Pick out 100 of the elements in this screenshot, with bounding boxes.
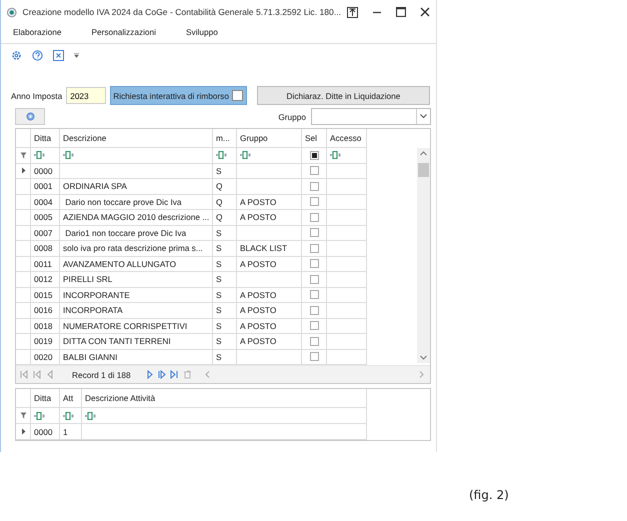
table-cell: 0015 [31, 288, 60, 303]
table-cell: Q [213, 210, 237, 226]
text-filter-icon[interactable] [240, 151, 251, 160]
scroll-up-icon[interactable] [420, 151, 427, 156]
checkbox[interactable] [310, 306, 318, 315]
scroll-left-icon[interactable] [204, 371, 210, 378]
table-cell: AZIENDA MAGGIO 2010 descrizione ... [60, 210, 213, 226]
table-cell: 0008 [31, 241, 60, 256]
settings-button[interactable] [15, 108, 45, 125]
column-header[interactable]: Descrizione [60, 129, 213, 148]
table-cell: PIRELLI SRL [60, 272, 213, 288]
checkbox[interactable] [310, 336, 318, 346]
text-filter-icon[interactable] [63, 412, 74, 420]
chevron-down-icon [420, 114, 427, 119]
table-cell: INCORPORATA [60, 303, 213, 318]
checkbox[interactable] [310, 321, 318, 330]
current-row-icon [20, 167, 26, 174]
record-counter: Record 1 di 188 [72, 370, 131, 380]
checkbox[interactable] [310, 259, 318, 268]
filter-icon [20, 412, 26, 419]
field-label: Anno Imposta [11, 90, 62, 100]
dropdown-icon[interactable] [74, 52, 79, 58]
table-cell: 0000 [31, 164, 60, 179]
help-icon[interactable] [32, 50, 43, 60]
table-cell: S [213, 241, 237, 256]
text-filter-icon[interactable] [216, 151, 227, 160]
table-cell: Q [213, 179, 237, 194]
text-filter-icon[interactable] [34, 412, 45, 420]
filter-checkbox[interactable] [310, 150, 318, 160]
filter-icon [20, 152, 26, 159]
checkbox[interactable] [310, 228, 318, 238]
window-title: Creazione modello IVA 2024 da CoGe - Contabilità Generale 5.71.3.2592 Lic. 180... [22, 7, 341, 17]
app-icon [7, 6, 16, 18]
pin-icon[interactable] [347, 6, 358, 18]
text-filter-icon[interactable] [330, 151, 341, 160]
table-cell: 0019 [31, 334, 60, 350]
maximize-icon[interactable] [396, 7, 406, 17]
column-header[interactable]: Gruppo [237, 129, 302, 148]
gear-icon [26, 112, 34, 121]
menu-item[interactable]: Personalizzazioni [91, 27, 156, 40]
table-cell: 0012 [31, 272, 60, 288]
table-cell: S [213, 303, 237, 318]
checkbox[interactable] [310, 182, 318, 191]
column-header[interactable]: Ditta [31, 389, 60, 408]
column-header[interactable]: Att [60, 389, 82, 408]
scroll-right-icon[interactable] [419, 371, 424, 378]
column-header[interactable]: Ditta [31, 129, 60, 148]
table-cell: S [213, 164, 237, 179]
table-cell: 0007 [31, 226, 60, 241]
table-cell: BLACK LIST [237, 241, 302, 256]
column-header[interactable]: Descrizione Attività [82, 389, 367, 408]
checkbox[interactable] [310, 197, 318, 206]
checkbox[interactable] [310, 166, 318, 176]
scroll-down-icon[interactable] [420, 355, 427, 360]
liquidation-button[interactable]: Dichiaraz. Ditte in Liquidazione [256, 86, 430, 105]
scrollbar-thumb[interactable] [418, 163, 429, 177]
group-dropdown[interactable] [311, 108, 431, 125]
table-cell: 1 [60, 424, 82, 440]
menu-item[interactable]: Elaborazione [13, 27, 62, 40]
text-filter-icon[interactable] [34, 151, 45, 160]
table-cell: Q [213, 194, 237, 210]
column-header[interactable]: Accesso [327, 129, 367, 148]
checkbox[interactable] [310, 290, 318, 300]
checkbox[interactable] [310, 274, 318, 284]
table-cell: 0018 [31, 318, 60, 334]
table-cell: A POSTO [237, 288, 302, 303]
table-cell: Dario1 non toccare prove Dic Iva [60, 226, 213, 241]
text-filter-icon[interactable] [63, 151, 74, 160]
menu-item[interactable]: Sviluppo [186, 27, 218, 40]
year-field[interactable]: 2023 [66, 87, 106, 104]
table-cell: 0016 [31, 303, 60, 318]
text-filter-icon[interactable] [85, 412, 96, 420]
table-cell: INCORPORANTE [60, 288, 213, 303]
table-cell: Dario non toccare prove Dic Iva [60, 194, 213, 210]
table-cell: 0000 [31, 424, 60, 440]
table-cell: A POSTO [237, 210, 302, 226]
column-header[interactable]: Sel [302, 129, 327, 148]
table-cell: S [213, 256, 237, 272]
checkbox[interactable] [310, 212, 318, 222]
table-cell: A POSTO [237, 194, 302, 210]
table-cell: AVANZAMENTO ALLUNGATO [60, 256, 213, 272]
field-label: Gruppo [278, 112, 306, 122]
table-cell: S [213, 318, 237, 334]
table-cell: S [213, 272, 237, 288]
table-cell: NUMERATORE CORRISPETTIVI [60, 318, 213, 334]
column-header[interactable]: m... [213, 129, 237, 148]
table-cell: 0005 [31, 210, 60, 226]
table-cell: S [213, 288, 237, 303]
checkbox[interactable] [310, 352, 318, 362]
scrollbar[interactable] [417, 148, 430, 363]
settings-icon[interactable] [11, 50, 22, 60]
table-cell: A POSTO [237, 318, 302, 334]
table-cell: A POSTO [237, 334, 302, 350]
refund-checkbox[interactable]: Richiesta interattiva di rimborso [110, 86, 247, 105]
checkbox[interactable] [310, 244, 318, 253]
close-icon[interactable] [420, 7, 430, 17]
table-cell: A POSTO [237, 303, 302, 318]
table-cell: 0004 [31, 194, 60, 210]
table-cell: 0001 [31, 179, 60, 194]
table-cell: S [213, 334, 237, 350]
